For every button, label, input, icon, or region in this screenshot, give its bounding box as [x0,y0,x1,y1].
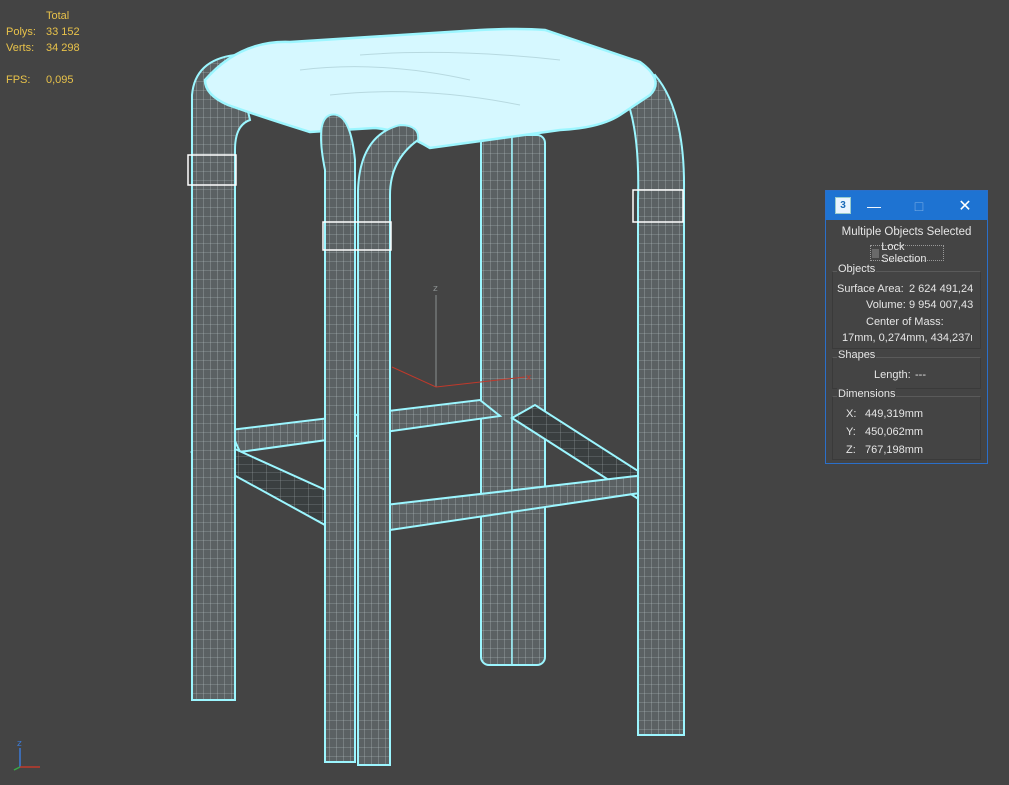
surface-area-label: Surface Area: [837,283,904,295]
center-of-mass-label: Center of Mass: [866,316,944,328]
viewport-statistics: Total Polys: 33 152 Verts: 34 298 FPS: 0,09… [6,8,80,88]
checkbox-box[interactable] [871,248,880,258]
objects-group: Objects Surface Area: 2 624 491,24 Volum… [832,263,981,349]
minimize-button[interactable]: — [854,191,894,220]
gizmo-x-label: x [526,373,532,383]
dimensions-group-title: Dimensions [837,388,897,400]
dimension-y-value: 450,062mm [865,426,924,438]
dialog-titlebar[interactable]: 3 — □ ✕ [826,191,987,220]
lock-selection-checkbox[interactable]: Lock Selection [869,241,944,265]
selection-heading: Multiple Objects Selected [841,226,972,238]
seat[interactable] [203,27,657,150]
fps-value: 0,095 [46,74,74,86]
corner-z-label: z [17,739,22,749]
center-of-mass-value: 17mm, 0,274mm, 434,237r [842,332,972,344]
objects-group-title: Objects [837,263,877,275]
axis-tripod-icon: z [13,739,40,771]
fps-label: FPS: [6,74,31,86]
close-icon: ✕ [958,197,972,215]
dimension-y-label: Y: [846,426,856,438]
measure-dialog[interactable]: 3 — □ ✕ Multiple Objects Selected Lock S… [825,190,988,464]
verts-value: 34 298 [46,42,80,54]
surface-area-value: 2 624 491,24 [909,283,974,295]
leg-back-right[interactable] [480,134,546,666]
dimension-x-label: X: [846,408,857,420]
minimize-icon: — [867,197,881,214]
polys-label: Polys: [6,26,36,38]
leg-front-left[interactable] [320,113,420,766]
gizmo-z-label: z [433,284,438,294]
app-icon: 3 [835,197,851,214]
shapes-group-title: Shapes [837,349,877,361]
shapes-group: Shapes Length: --- [832,349,981,389]
dimension-z-value: 767,198mm [865,444,924,456]
volume-label: Volume: [866,299,906,311]
close-button[interactable]: ✕ [945,191,985,220]
dimensions-group: Dimensions X: 449,319mm Y: 450,062mm Z: … [832,388,981,460]
length-label: Length: [874,369,911,381]
length-value: --- [915,369,926,381]
leg-back-left[interactable] [187,53,252,701]
leg-front-right[interactable] [623,73,686,736]
stats-header: Total [46,10,70,22]
maximize-button[interactable]: □ [899,191,939,220]
dimension-x-value: 449,319mm [865,408,924,420]
verts-label: Verts: [6,42,35,54]
polys-value: 33 152 [46,26,80,38]
lock-selection-label: Lock Selection [881,241,927,265]
dimension-z-label: Z: [846,444,856,456]
maximize-icon: □ [914,197,924,214]
volume-value: 9 954 007,43 [909,299,974,311]
